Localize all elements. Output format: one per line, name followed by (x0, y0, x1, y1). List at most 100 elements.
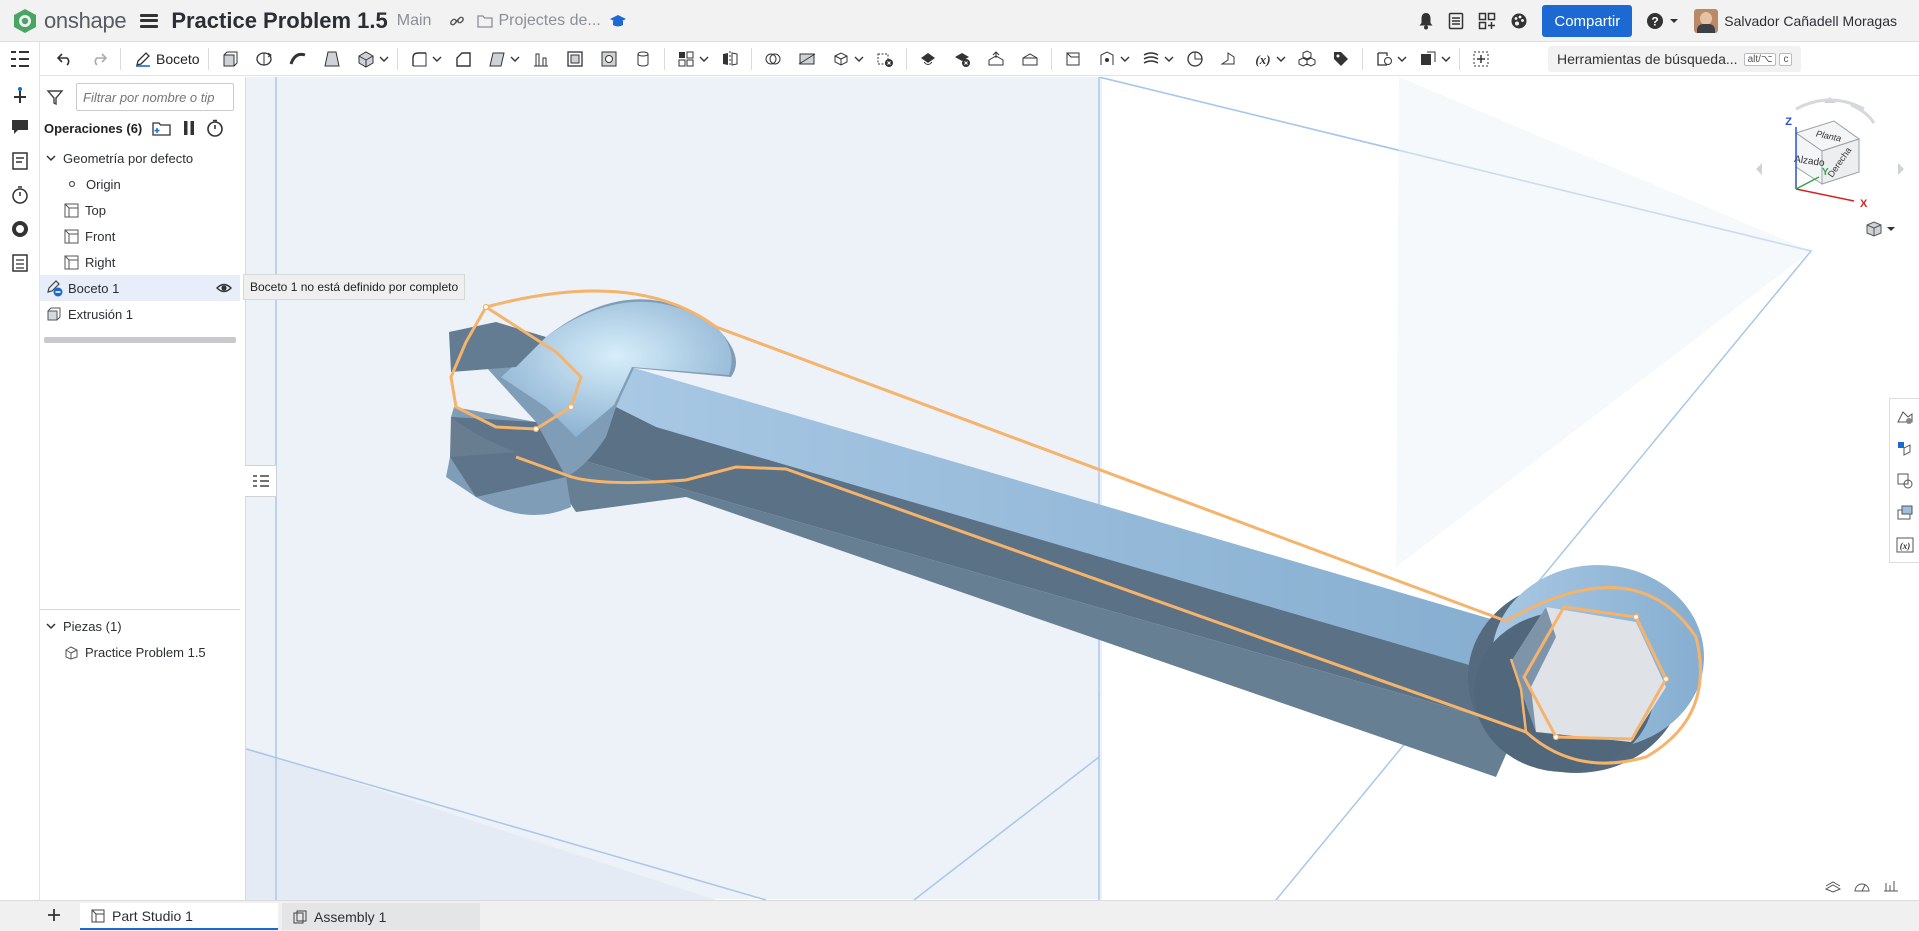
sweep-button[interactable] (285, 46, 311, 72)
chamfer-button[interactable] (450, 46, 476, 72)
draft-button[interactable] (484, 46, 510, 72)
redo-button[interactable] (86, 46, 112, 72)
mass-properties-icon[interactable] (1882, 879, 1900, 893)
search-tools-button[interactable]: Herramientas de búsqueda... alt/⌥ c (1548, 46, 1802, 72)
extrude-button[interactable] (217, 46, 243, 72)
learning-center-button[interactable] (1510, 12, 1528, 30)
tree-item-top[interactable]: Top (40, 197, 240, 223)
add-folder-button[interactable] (152, 120, 172, 136)
graphics-viewport[interactable]: Planta Alzado Derecha Z X Y (246, 77, 1919, 900)
fillet-menu-caret[interactable] (432, 46, 442, 72)
document-title[interactable]: Practice Problem 1.5 (171, 8, 387, 34)
instance-list-button[interactable] (9, 84, 31, 106)
view-cube[interactable]: Planta Alzado Derecha Z X Y (1756, 89, 1906, 239)
curves-menu-caret[interactable] (1164, 46, 1174, 72)
notifications-button[interactable] (1418, 12, 1434, 30)
user-menu[interactable]: Salvador Cañadell Moragas (1694, 9, 1897, 33)
transform-button[interactable] (828, 46, 854, 72)
comments-button[interactable] (9, 116, 31, 138)
pause-button[interactable] (182, 120, 196, 136)
variable-button[interactable]: (x) (1250, 46, 1276, 72)
undo-button[interactable] (52, 46, 78, 72)
view-search-button[interactable] (9, 218, 31, 240)
model-scene[interactable] (246, 77, 1919, 900)
history-button[interactable] (9, 184, 31, 206)
branch-label[interactable]: Main (397, 12, 432, 30)
render-panel-button[interactable] (1895, 503, 1915, 523)
shell-button[interactable] (562, 46, 588, 72)
filter-icon[interactable] (46, 88, 64, 106)
feature-extrude-1[interactable]: Extrusión 1 (40, 301, 240, 327)
measure-icon[interactable] (1853, 879, 1871, 893)
helix-button[interactable] (1182, 46, 1208, 72)
feature-filter-input[interactable] (76, 83, 234, 111)
plane-menu-caret[interactable] (1120, 46, 1130, 72)
delete-part-button[interactable] (872, 46, 898, 72)
split-button[interactable] (794, 46, 820, 72)
thicken-button[interactable] (353, 46, 379, 72)
replace-face-button[interactable] (1017, 46, 1043, 72)
tasks-button[interactable] (1448, 12, 1464, 30)
configurations-panel-button[interactable] (1895, 471, 1915, 491)
link-icon[interactable] (449, 13, 465, 29)
pattern-menu-caret[interactable] (699, 46, 709, 72)
configurations-menu-caret[interactable] (1397, 46, 1407, 72)
feature-list-button[interactable] (9, 48, 31, 70)
revolve-button[interactable] (251, 46, 277, 72)
app-store-button[interactable] (1478, 12, 1496, 30)
section-view-icon[interactable] (1824, 879, 1842, 893)
derived-menu-caret[interactable] (1441, 46, 1451, 72)
cylinder-button[interactable] (630, 46, 656, 72)
bom-button[interactable] (9, 252, 31, 274)
parts-group[interactable]: Piezas (1) (40, 613, 240, 639)
mirror-button[interactable] (717, 46, 743, 72)
folder-breadcrumb[interactable]: Projectes de... (477, 12, 601, 30)
mate-connector-button[interactable] (1094, 46, 1120, 72)
transform-menu-caret[interactable] (854, 46, 864, 72)
tree-item-origin[interactable]: Origin (40, 171, 240, 197)
plane-button[interactable] (1060, 46, 1086, 72)
pattern-button[interactable] (673, 46, 699, 72)
sketch-button[interactable]: Boceto (135, 51, 200, 67)
tab-part-studio-1[interactable]: Part Studio 1 (80, 903, 278, 930)
composite-part-button[interactable] (1294, 46, 1320, 72)
fillet-button[interactable] (406, 46, 432, 72)
thicken-menu-caret[interactable] (379, 46, 389, 72)
tag-button[interactable] (1328, 46, 1354, 72)
rollback-timer-button[interactable] (206, 119, 224, 137)
add-custom-feature-button[interactable] (1468, 46, 1494, 72)
eye-icon[interactable] (216, 282, 232, 294)
delete-face-button[interactable] (949, 46, 975, 72)
share-button[interactable]: Compartir (1542, 5, 1633, 37)
curves-button[interactable] (1138, 46, 1164, 72)
modify-fillet-button[interactable] (915, 46, 941, 72)
collapse-panel-button[interactable] (245, 465, 277, 497)
appearance-panel-button[interactable] (1895, 407, 1915, 427)
boolean-button[interactable] (760, 46, 786, 72)
derived-button[interactable] (1415, 46, 1441, 72)
parts-panel-button[interactable] (1895, 439, 1915, 459)
loft-button[interactable] (319, 46, 345, 72)
tree-item-front[interactable]: Front (40, 223, 240, 249)
default-geometry-group[interactable]: Geometría por defecto (40, 145, 240, 171)
properties-button[interactable] (9, 150, 31, 172)
onshape-logo[interactable]: onshape (12, 8, 127, 34)
hole-button[interactable] (596, 46, 622, 72)
chevron-down-icon (1670, 19, 1679, 23)
configurations-button[interactable] (1371, 46, 1397, 72)
view-mode-button[interactable] (1865, 220, 1896, 238)
variables-panel-button[interactable]: (x) (1895, 535, 1915, 555)
tree-item-right[interactable]: Right (40, 249, 240, 275)
add-tab-button[interactable] (46, 907, 62, 926)
move-face-button[interactable] (983, 46, 1009, 72)
sheet-metal-button[interactable] (1216, 46, 1242, 72)
variable-menu-caret[interactable] (1276, 46, 1286, 72)
rib-button[interactable] (528, 46, 554, 72)
help-menu-button[interactable]: ? (1646, 12, 1680, 30)
part-item[interactable]: Practice Problem 1.5 (40, 639, 240, 665)
feature-sketch-1[interactable]: Boceto 1 (40, 275, 240, 301)
draft-menu-caret[interactable] (510, 46, 520, 72)
menu-icon[interactable] (140, 13, 159, 28)
feature-list-scrollbar[interactable] (44, 337, 236, 343)
tab-assembly-1[interactable]: Assembly 1 (282, 903, 480, 930)
